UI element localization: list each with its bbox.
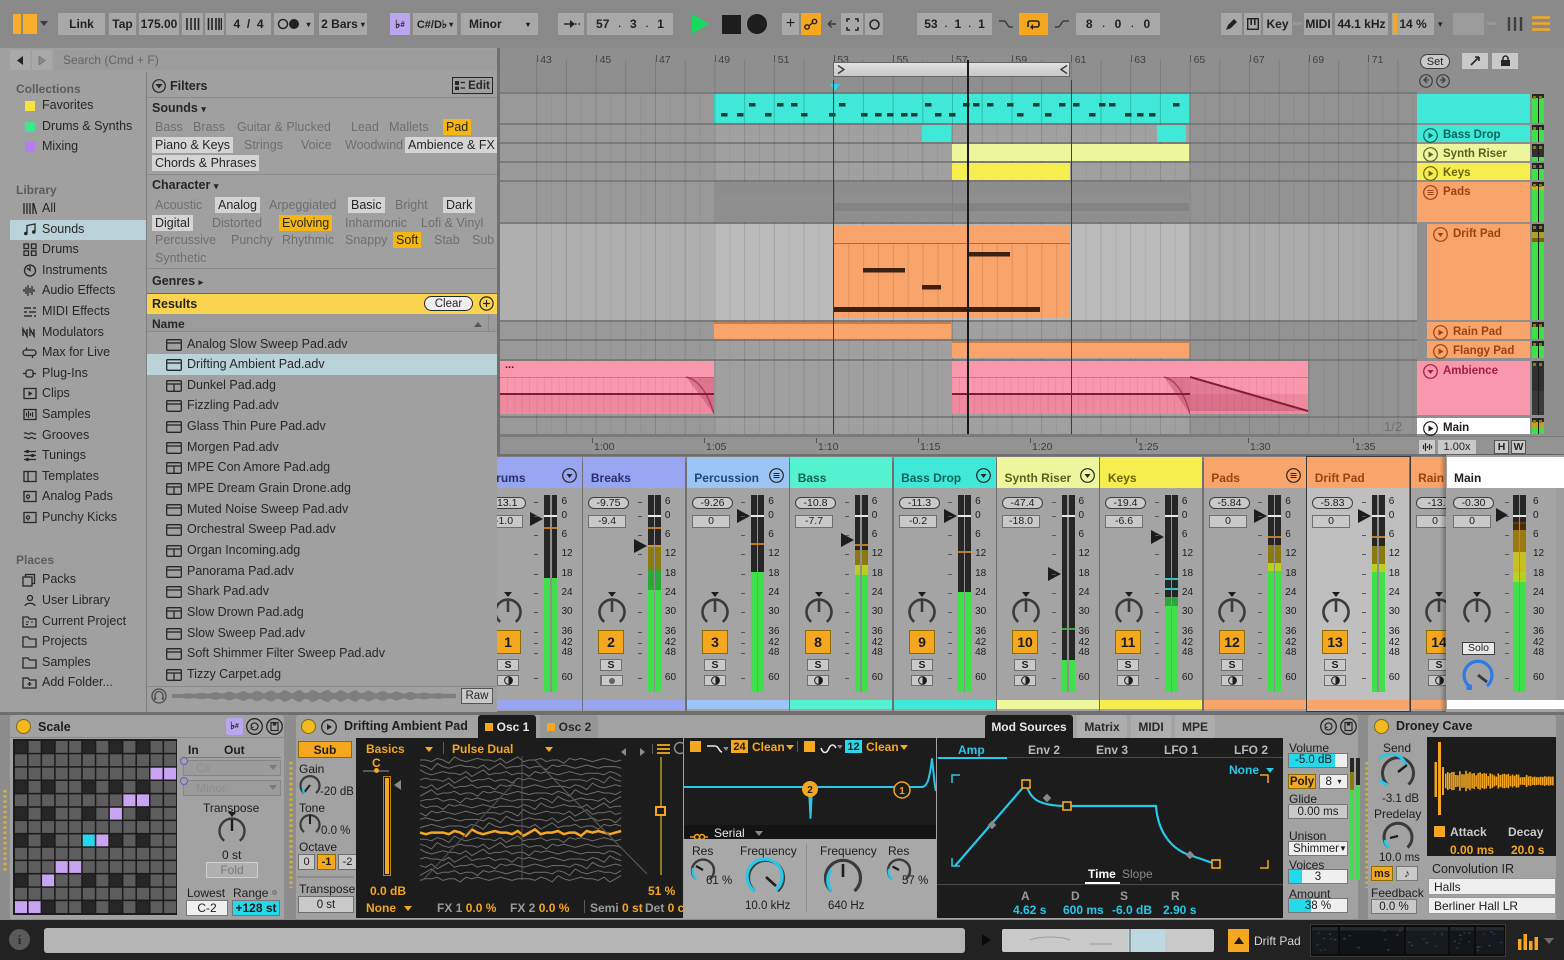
svg-text:1: 1	[899, 786, 905, 797]
svg-text:2: 2	[807, 785, 813, 796]
